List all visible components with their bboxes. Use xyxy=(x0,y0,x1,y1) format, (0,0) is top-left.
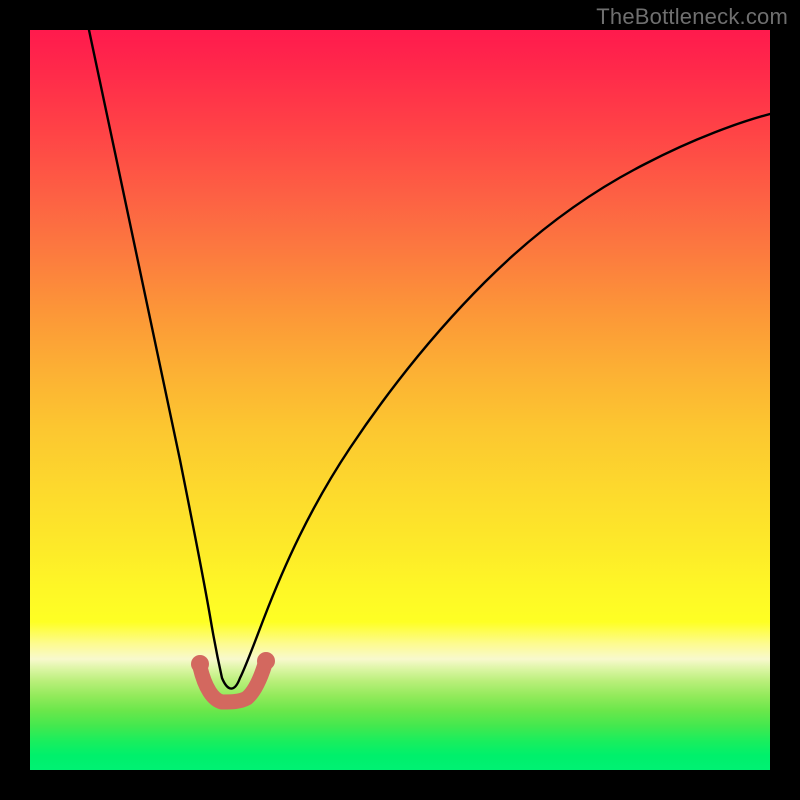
bottleneck-curve xyxy=(89,30,770,689)
chart-frame: TheBottleneck.com xyxy=(0,0,800,800)
plot-area xyxy=(30,30,770,770)
watermark-text: TheBottleneck.com xyxy=(596,4,788,30)
valley-dot-left xyxy=(191,655,209,673)
curve-layer xyxy=(30,30,770,770)
valley-highlight-line xyxy=(200,664,265,702)
valley-dot-right xyxy=(257,652,275,670)
